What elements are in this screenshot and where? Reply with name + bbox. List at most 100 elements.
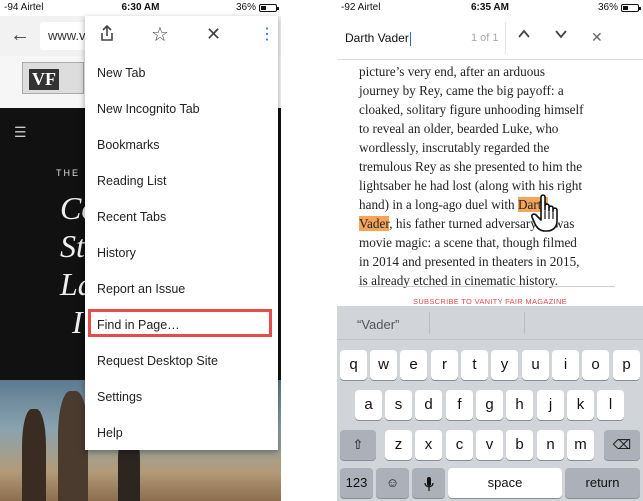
shift-key[interactable]: ⇧ — [340, 430, 376, 460]
text-caret — [409, 31, 411, 46]
key-d[interactable]: d — [415, 390, 442, 420]
hand-cursor-icon — [531, 193, 565, 238]
menu-item-new-incognito-tab[interactable]: New Incognito Tab — [85, 90, 278, 126]
divider — [429, 312, 430, 334]
numbers-key[interactable]: 123 — [340, 468, 373, 498]
menu-item-history[interactable]: History — [85, 234, 278, 270]
emoji-key[interactable]: ☺ — [376, 468, 409, 498]
hero-title-line: I — [72, 304, 83, 340]
overflow-menu: ☆ ✕ ⋮ New Tab New Incognito Tab Bookmark… — [85, 16, 278, 450]
battery-icon — [259, 3, 279, 12]
more-vert-icon[interactable]: ⋮ — [259, 24, 275, 44]
close-icon[interactable]: ✕ — [591, 29, 603, 46]
search-match-highlight: Vader — [359, 216, 390, 231]
status-bar: -92 Airtel 6:35 AM 36% — [337, 0, 643, 16]
find-query-text: Darth Vader — [345, 31, 409, 45]
key-q[interactable]: q — [340, 350, 367, 380]
left-phone-screen: -94 Airtel 6:30 AM 36% ← www.v VF ☰ THE … — [0, 0, 281, 501]
menu-item-bookmarks[interactable]: Bookmarks — [85, 126, 278, 162]
key-a[interactable]: a — [355, 390, 382, 420]
key-g[interactable]: g — [476, 390, 503, 420]
share-icon[interactable] — [99, 24, 115, 47]
find-input[interactable]: Darth Vader — [345, 31, 411, 46]
key-l[interactable]: l — [597, 390, 624, 420]
article-line: lightsaber he had lost (along with his r… — [359, 178, 583, 193]
photo-figure — [22, 409, 46, 501]
line-text: hand) in a long-ago duel with — [359, 197, 518, 212]
hamburger-menu-icon[interactable]: ☰ — [14, 124, 27, 141]
photo-figure — [58, 391, 88, 501]
article-line: wordlessly, inscrutably regarded the — [359, 140, 550, 155]
return-key[interactable]: return — [565, 468, 640, 498]
dictation-key[interactable] — [412, 468, 445, 498]
divider — [359, 286, 615, 287]
article-line: hand) in a long-ago duel with Darth — [359, 195, 629, 214]
key-h[interactable]: h — [506, 390, 533, 420]
menu-item-help[interactable]: Help — [85, 414, 278, 450]
key-v[interactable]: v — [476, 430, 503, 460]
key-m[interactable]: m — [567, 430, 594, 460]
right-phone-screen: -92 Airtel 6:35 AM 36% Darth Vader 1 of … — [337, 0, 643, 501]
key-f[interactable]: f — [446, 390, 473, 420]
article-line: cloaked, solitary figure unhooding himse… — [359, 102, 584, 117]
key-s[interactable]: s — [385, 390, 412, 420]
article-body: picture’s very end, after an arduous jou… — [359, 62, 629, 290]
menu-icon-row: ☆ ✕ ⋮ — [85, 16, 278, 54]
key-z[interactable]: z — [385, 430, 412, 460]
battery-indicator: 36% — [236, 2, 279, 13]
divider — [505, 22, 506, 54]
key-t[interactable]: t — [461, 350, 488, 380]
battery-percent: 36% — [597, 2, 618, 13]
article-line: is already etched in cinematic history. — [359, 273, 559, 288]
key-i[interactable]: i — [552, 350, 579, 380]
back-arrow-icon[interactable]: ← — [10, 24, 30, 47]
shift-icon: ⇧ — [352, 437, 364, 452]
battery-icon — [621, 3, 641, 12]
onscreen-keyboard: “Vader” q w e r t y u i o p a s d f g h … — [337, 306, 643, 501]
find-in-page-highlight — [88, 309, 272, 337]
key-w[interactable]: w — [370, 350, 397, 380]
predictive-bar: “Vader” — [337, 306, 643, 340]
key-e[interactable]: e — [400, 350, 427, 380]
article-line: to reveal an older, bearded Luke, who — [359, 121, 559, 136]
key-u[interactable]: u — [522, 350, 549, 380]
article-line: in 2014 and presented in theaters in 201… — [359, 254, 580, 269]
star-icon[interactable]: ☆ — [151, 22, 169, 47]
menu-item-new-tab[interactable]: New Tab — [85, 54, 278, 90]
close-icon[interactable]: ✕ — [206, 24, 221, 45]
menu-item-reading-list[interactable]: Reading List — [85, 162, 278, 198]
key-n[interactable]: n — [537, 430, 564, 460]
battery-indicator: 36% — [597, 2, 641, 13]
space-key[interactable]: space — [448, 468, 562, 498]
key-c[interactable]: c — [446, 430, 473, 460]
suggestion-chip[interactable]: “Vader” — [357, 317, 399, 332]
status-bar: -94 Airtel 6:30 AM 36% — [0, 0, 281, 16]
key-x[interactable]: x — [415, 430, 442, 460]
article-line: Vader, his father turned adversary. It w… — [359, 214, 629, 233]
key-j[interactable]: j — [537, 390, 564, 420]
microphone-icon — [423, 475, 434, 491]
backspace-icon: ⌫ — [612, 437, 632, 452]
emoji-icon: ☺ — [385, 475, 400, 490]
chevron-down-icon[interactable] — [554, 27, 568, 46]
key-p[interactable]: p — [613, 350, 640, 380]
match-count: 1 of 1 — [471, 32, 499, 44]
key-b[interactable]: b — [506, 430, 533, 460]
menu-item-report-issue[interactable]: Report an Issue — [85, 270, 278, 306]
article-line: journey by Rey, came the big payoff: a — [359, 83, 564, 98]
menu-item-recent-tabs[interactable]: Recent Tabs — [85, 198, 278, 234]
delete-key[interactable]: ⌫ — [604, 430, 640, 460]
key-r[interactable]: r — [431, 350, 458, 380]
key-k[interactable]: k — [567, 390, 594, 420]
vanity-fair-logo[interactable]: VF — [22, 62, 84, 94]
logo-monogram: VF — [29, 69, 59, 90]
key-y[interactable]: y — [491, 350, 518, 380]
menu-item-request-desktop-site[interactable]: Request Desktop Site — [85, 342, 278, 378]
chevron-up-icon[interactable] — [517, 27, 531, 46]
article-line: movie magic: a scene that, though filmed — [359, 235, 577, 250]
menu-item-settings[interactable]: Settings — [85, 378, 278, 414]
article-line: picture’s very end, after an arduous — [359, 64, 546, 79]
key-o[interactable]: o — [582, 350, 609, 380]
subscribe-link[interactable]: SUBSCRIBE TO VANITY FAIR MAGAZINE — [337, 297, 643, 306]
find-in-page-bar: Darth Vader 1 of 1 ✕ — [337, 16, 643, 60]
